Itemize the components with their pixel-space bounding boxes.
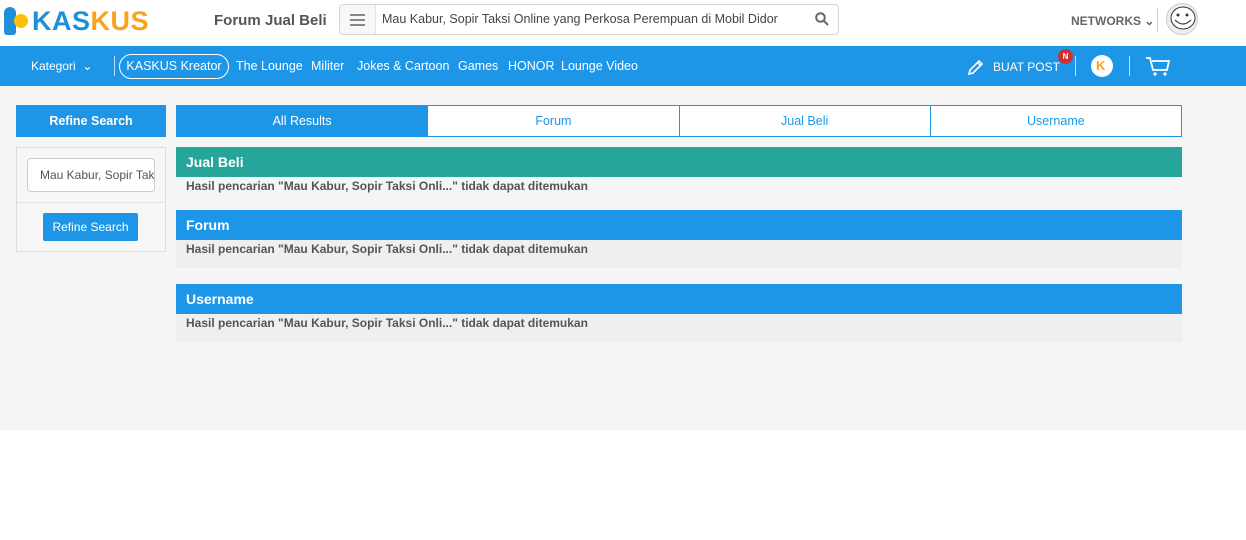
result-section-username: Username Hasil pencarian "Mau Kabur, Sop… bbox=[176, 284, 1182, 342]
section-title: Forum bbox=[176, 210, 1182, 240]
kaskus-logo[interactable]: KASKUS bbox=[0, 4, 190, 38]
search-bar[interactable]: Mau Kabur, Sopir Taksi Online yang Perko… bbox=[339, 4, 839, 35]
pencil-icon bbox=[967, 59, 984, 76]
section-title: Jual Beli bbox=[176, 147, 1182, 177]
cart-icon[interactable] bbox=[1145, 56, 1171, 76]
kaskus-kreator-button[interactable]: KASKUS Kreator bbox=[119, 54, 229, 79]
refine-search-button[interactable]: Refine Search bbox=[43, 213, 138, 241]
tab-username[interactable]: Username bbox=[929, 106, 1181, 136]
top-link-forum[interactable]: Forum bbox=[214, 12, 261, 29]
tab-jual-beli[interactable]: Jual Beli bbox=[678, 106, 930, 136]
kategori-label: Kategori bbox=[31, 59, 76, 73]
search-input[interactable]: Mau Kabur, Sopir Taksi Online yang Perko… bbox=[382, 12, 778, 26]
refine-search-input[interactable]: Mau Kabur, Sopir Taksi Online yang Perko… bbox=[27, 158, 155, 192]
no-results-message: Hasil pencarian "Mau Kabur, Sopir Taksi … bbox=[176, 177, 1182, 205]
top-link-jual-beli[interactable]: Jual Beli bbox=[265, 12, 327, 29]
nav-item-jokes-cartoon[interactable]: Jokes & Cartoon bbox=[357, 59, 449, 73]
nav-item-honor[interactable]: HONOR bbox=[508, 59, 555, 73]
buat-post-button[interactable]: BUAT POST bbox=[967, 54, 1060, 80]
refine-search-title: Refine Search bbox=[16, 105, 166, 137]
kaskus-logo-text: KASKUS bbox=[32, 6, 150, 36]
nav-divider bbox=[1129, 56, 1130, 76]
troll-face-icon bbox=[1170, 6, 1196, 30]
kaskus-logo-mark-icon bbox=[0, 4, 30, 38]
notification-badge: N bbox=[1058, 49, 1073, 64]
header-divider bbox=[1157, 8, 1158, 32]
avatar[interactable] bbox=[1166, 3, 1198, 35]
result-tabs: All Results Forum Jual Beli Username bbox=[176, 105, 1182, 137]
search-icon[interactable] bbox=[815, 12, 829, 26]
no-results-message: Hasil pencarian "Mau Kabur, Sopir Taksi … bbox=[176, 314, 1182, 342]
refine-divider bbox=[17, 202, 165, 203]
nav-item-lounge-video[interactable]: Lounge Video bbox=[561, 59, 638, 73]
nav-item-militer[interactable]: Militer bbox=[311, 59, 344, 73]
tab-forum[interactable]: Forum bbox=[427, 106, 678, 136]
kaskus-chat-icon[interactable]: K bbox=[1091, 55, 1113, 77]
chevron-down-icon: ⌄ bbox=[82, 59, 93, 73]
result-section-forum: Forum Hasil pencarian "Mau Kabur, Sopir … bbox=[176, 210, 1182, 268]
networks-label: NETWORKS bbox=[1071, 14, 1141, 28]
refine-search-panel: Mau Kabur, Sopir Taksi Online yang Perko… bbox=[16, 147, 166, 252]
result-section-jual-beli: Jual Beli Hasil pencarian "Mau Kabur, So… bbox=[176, 147, 1182, 205]
search-menu-icon[interactable] bbox=[340, 5, 376, 34]
tab-all-results[interactable]: All Results bbox=[177, 106, 428, 136]
chevron-down-icon: ⌄ bbox=[1144, 14, 1155, 28]
kategori-dropdown[interactable]: Kategori ⌄ bbox=[31, 59, 92, 73]
buat-post-label: BUAT POST bbox=[993, 60, 1060, 74]
nav-item-the-lounge[interactable]: The Lounge bbox=[236, 59, 303, 73]
nav-divider bbox=[1075, 56, 1076, 76]
networks-dropdown[interactable]: NETWORKS ⌄ bbox=[1071, 14, 1154, 28]
nav-divider bbox=[114, 56, 115, 76]
section-title: Username bbox=[176, 284, 1182, 314]
search-results-page: Refine Search Mau Kabur, Sopir Taksi Onl… bbox=[0, 86, 1246, 430]
nav-item-games[interactable]: Games bbox=[458, 59, 498, 73]
no-results-message: Hasil pencarian "Mau Kabur, Sopir Taksi … bbox=[176, 240, 1182, 268]
top-header: KASKUS Forum Jual Beli Mau Kabur, Sopir … bbox=[0, 0, 1246, 46]
